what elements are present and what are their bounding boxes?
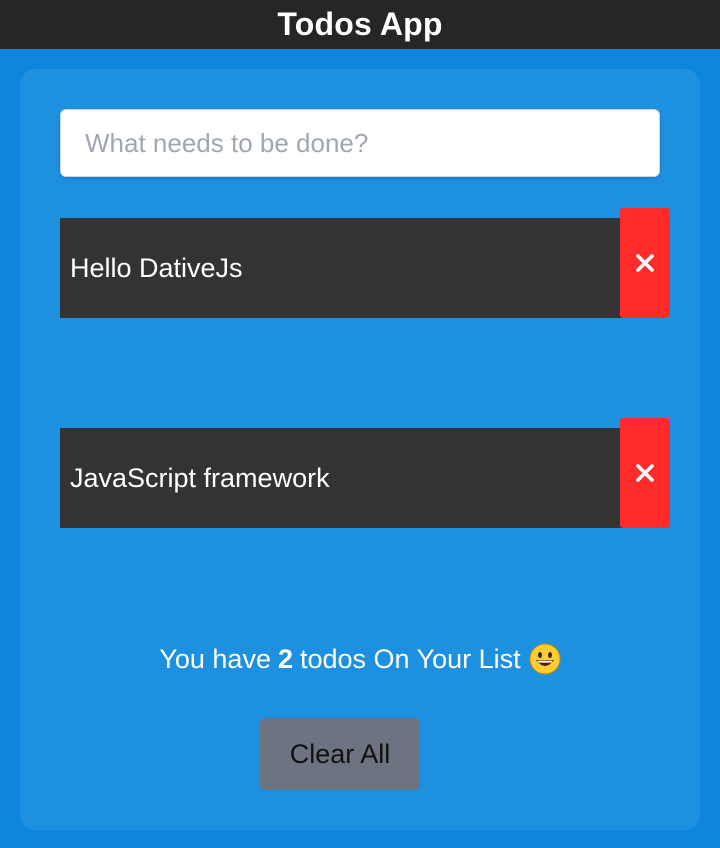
close-icon xyxy=(636,464,654,482)
todo-item-text: Hello DativeJs xyxy=(70,252,243,283)
todo-item: Hello DativeJs xyxy=(60,208,670,328)
summary-prefix: You have xyxy=(159,643,271,674)
clear-all-button[interactable]: Clear All xyxy=(260,718,420,790)
todo-card: Hello DativeJs JavaScript framework You … xyxy=(20,69,700,830)
app-header: Todos App xyxy=(0,0,720,49)
close-icon xyxy=(636,254,654,272)
todo-item-bar: JavaScript framework xyxy=(60,428,660,528)
summary-suffix: todos On Your List xyxy=(300,643,521,674)
delete-todo-button[interactable] xyxy=(620,418,670,528)
grinning-face-icon xyxy=(529,643,561,675)
todo-count-summary: You have 2 todos On Your List xyxy=(20,639,700,679)
todo-item: JavaScript framework xyxy=(60,418,670,538)
todo-count: 2 xyxy=(277,643,293,674)
new-todo-input[interactable] xyxy=(60,109,660,177)
app-title: Todos App xyxy=(277,6,443,42)
delete-todo-button[interactable] xyxy=(620,208,670,318)
todo-item-text: JavaScript framework xyxy=(70,462,330,493)
todo-item-bar: Hello DativeJs xyxy=(60,218,660,318)
